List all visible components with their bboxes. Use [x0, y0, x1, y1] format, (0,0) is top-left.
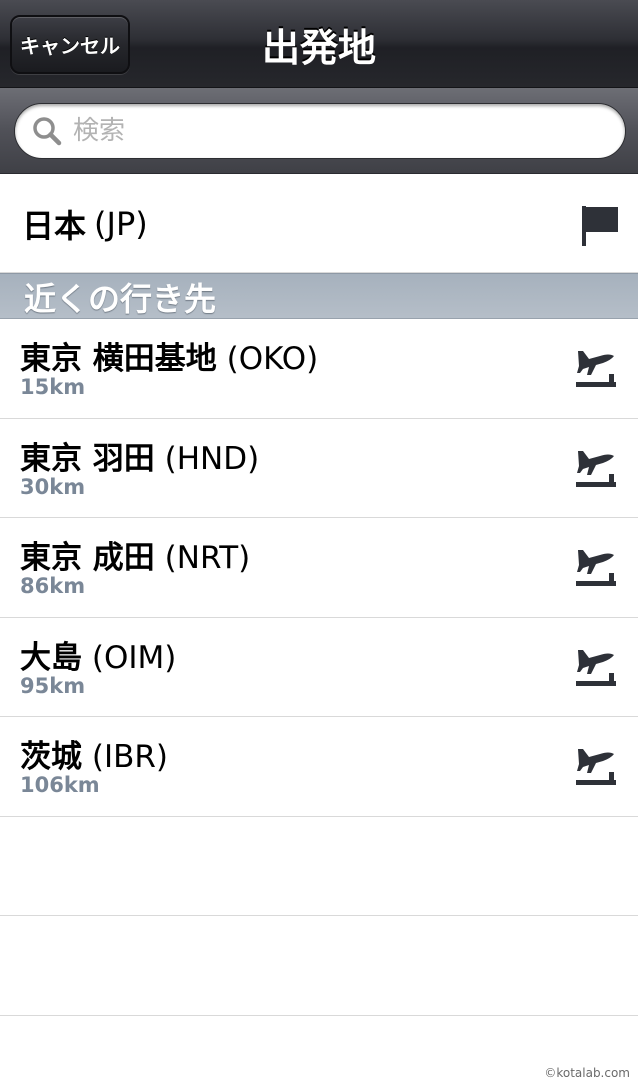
list-item[interactable]: 東京 成田 (NRT) 86km — [0, 518, 638, 618]
airplane-departure-icon — [576, 351, 616, 387]
airport-distance: 106km — [20, 773, 100, 797]
section-header: 近くの行き先 — [0, 273, 638, 319]
airport-name: 茨城 (IBR) — [20, 739, 168, 775]
country-label: 日本 (JP) — [22, 175, 148, 273]
country-name: 日本 — [22, 207, 87, 245]
airport-distance: 95km — [20, 673, 86, 698]
airplane-departure-icon — [576, 649, 616, 686]
section-title: 近くの行き先 — [24, 280, 217, 318]
search-field[interactable] — [14, 103, 626, 159]
airport-list: 東京 横田基地 (OKO) 15km 東京 羽田 (HND) 30km 東京 成… — [0, 319, 638, 817]
list-item[interactable]: 東京 羽田 (HND) 30km — [0, 418, 638, 518]
page-title: 出発地 — [261, 25, 376, 70]
list-item[interactable]: 大島 (OIM) 95km — [0, 617, 638, 717]
airport-name: 東京 横田基地 (OKO) — [20, 341, 319, 377]
airport-name: 大島 (OIM) — [20, 639, 177, 676]
search-bar — [0, 88, 638, 174]
list-item[interactable]: 東京 横田基地 (OKO) 15km — [0, 319, 638, 419]
airport-distance: 30km — [20, 474, 86, 499]
flag-icon[interactable] — [580, 205, 620, 247]
country-code: (JP) — [94, 205, 148, 243]
airport-distance: 86km — [20, 574, 86, 598]
navigation-bar: キャンセル 出発地 — [0, 0, 638, 88]
airplane-departure-icon — [576, 450, 616, 487]
row-divider — [0, 915, 638, 916]
airport-name: 東京 羽田 (HND) — [20, 440, 260, 477]
airplane-departure-icon — [576, 749, 616, 785]
watermark: ©kotalab.com — [544, 1066, 630, 1080]
airport-name: 東京 成田 (NRT) — [20, 540, 251, 576]
list-item[interactable]: 茨城 (IBR) 106km — [0, 717, 638, 817]
row-divider — [0, 1015, 638, 1016]
airplane-departure-icon — [576, 550, 616, 586]
airport-distance: 15km — [20, 375, 86, 399]
search-input[interactable] — [73, 116, 573, 146]
country-row[interactable]: 日本 (JP) — [0, 175, 638, 273]
search-icon — [33, 117, 62, 146]
